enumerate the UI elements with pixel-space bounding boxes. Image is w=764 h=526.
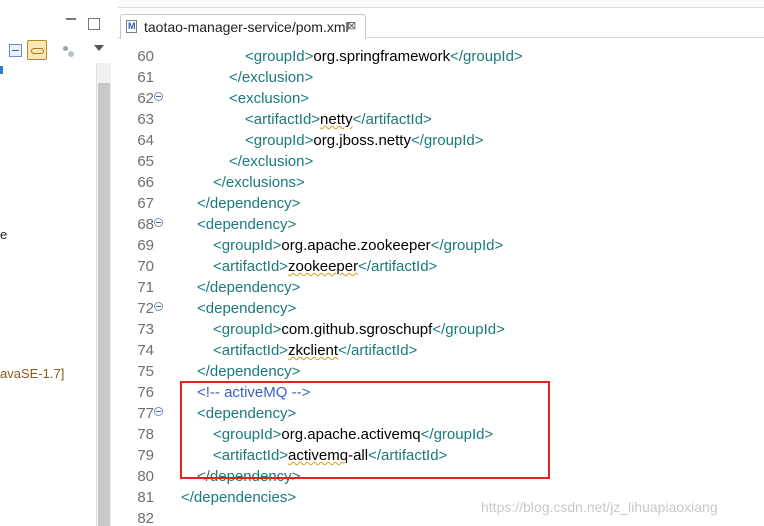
left-panel-header [0, 0, 118, 38]
xml-tag: </artifactId> [352, 111, 432, 128]
code-line[interactable]: <artifactId>zkclient</artifactId> [213, 340, 417, 361]
fold-toggle-icon[interactable] [154, 218, 163, 227]
code-line[interactable]: </dependency> [197, 361, 300, 382]
package-explorer-panel: e avaSE-1.7] [0, 0, 118, 526]
xml-value: org.apache.zookeeper [281, 237, 431, 254]
tree-expand-arrow-icon[interactable] [0, 66, 4, 74]
watermark: https://blog.csdn.net/jz_lihuapiaoxiang [481, 499, 718, 515]
code-line[interactable]: </dependency> [197, 277, 300, 298]
xml-tag: </dependency> [197, 279, 301, 296]
line-number: 60 [137, 48, 154, 65]
xml-value: org.springframework [313, 48, 451, 65]
code-line[interactable]: <dependency> [197, 214, 296, 235]
tab-label: taotao-manager-service/pom.xml [144, 19, 349, 35]
line-number: 68 [137, 216, 154, 233]
line-number: 71 [137, 279, 154, 296]
line-number-gutter: 60 61 62 63 64 65 66 67 68 69 70 71 72 73 74 75 76 77 78 79… [118, 39, 165, 526]
xml-tag: </groupId> [410, 132, 484, 149]
xml-value: com.github.sgroschupf [281, 321, 433, 338]
tab-pom-xml[interactable]: taotao-manager-service/pom.xml ⊠ [120, 14, 366, 39]
xml-tag: </exclusion> [229, 69, 314, 86]
left-panel-scrollbar-thumb[interactable] [98, 83, 110, 526]
line-number: 63 [137, 111, 154, 128]
code-line[interactable]: <exclusion> [229, 88, 309, 109]
partial-line: , [352, 30, 473, 39]
line-number: 78 [137, 426, 154, 443]
xml-tag: <groupId> [213, 237, 282, 254]
code-line[interactable]: <groupId>com.github.sgroschupf</groupId> [213, 319, 505, 340]
line-number: 73 [137, 321, 154, 338]
view-menu-chevron-icon[interactable] [94, 45, 104, 51]
xml-tag: </artifactId> [358, 258, 438, 275]
xml-tag: <groupId> [213, 321, 282, 338]
xml-tag: <artifactId> [213, 258, 289, 275]
xml-tag: </groupId> [450, 48, 523, 65]
line-number: 82 [137, 510, 154, 526]
code-line[interactable]: </dependency> [197, 193, 300, 214]
code-line[interactable]: </exclusions> [213, 172, 305, 193]
code-line[interactable]: </dependencies> [181, 487, 296, 508]
xml-tag: <groupId> [245, 132, 314, 149]
fold-toggle-icon[interactable] [154, 407, 163, 416]
line-number: 77 [137, 405, 154, 422]
fold-toggle-icon[interactable] [154, 302, 163, 311]
tree-item-jre-fragment[interactable]: avaSE-1.7] [0, 366, 64, 382]
minimize-icon[interactable] [66, 18, 76, 20]
line-number: 67 [137, 195, 154, 212]
line-number: 64 [137, 132, 154, 149]
line-number: 74 [137, 342, 154, 359]
left-panel-scrollbar[interactable] [96, 63, 111, 526]
xml-tag: <artifactId> [213, 342, 289, 359]
xml-tag: </dependency> [197, 363, 301, 380]
line-number: 75 [137, 363, 154, 380]
xml-tag: </groupId> [432, 321, 505, 338]
xml-tag: <artifactId> [245, 111, 321, 128]
line-number: 79 [137, 447, 154, 464]
tree-item-fragment[interactable]: e [0, 227, 7, 243]
line-number: 80 [137, 468, 154, 485]
line-number: 62 [137, 90, 154, 107]
code-line[interactable]: </exclusion> [229, 151, 313, 172]
tab-strip [118, 0, 764, 8]
xml-tag: </artifactId> [338, 342, 418, 359]
code-line[interactable]: <artifactId>netty</artifactId> [245, 109, 432, 130]
line-number: 81 [137, 489, 154, 506]
line-number: 72 [137, 300, 154, 317]
code-line[interactable]: <groupId>org.jboss.netty</groupId> [245, 130, 484, 151]
xml-tag: <dependency> [197, 300, 297, 317]
code-line[interactable]: <groupId>org.springframework</groupId> [245, 46, 523, 67]
code-line[interactable]: </exclusion> [229, 67, 313, 88]
fold-toggle-icon[interactable] [154, 92, 163, 101]
highlight-annotation-box [180, 381, 550, 479]
line-number: 65 [137, 153, 154, 170]
line-number: 61 [137, 69, 154, 86]
xml-tag: </dependencies> [181, 489, 297, 506]
xml-tag: </groupId> [430, 237, 504, 254]
code-line[interactable]: <artifactId>zookeeper</artifactId> [213, 256, 437, 277]
xml-tag: <groupId> [245, 48, 314, 65]
filter-icon[interactable] [63, 46, 75, 57]
xml-value: org.jboss.netty [313, 132, 411, 149]
xml-tag: </exclusion> [229, 153, 314, 170]
link-with-editor-icon[interactable] [27, 40, 47, 60]
collapse-all-icon[interactable] [9, 44, 22, 57]
maven-file-icon [126, 20, 137, 33]
maximize-icon[interactable] [88, 18, 100, 30]
line-number: 66 [137, 174, 154, 191]
xml-value: netty [320, 111, 353, 128]
code-line[interactable]: <groupId>org.apache.zookeeper</groupId> [213, 235, 503, 256]
line-number: 70 [137, 258, 154, 275]
xml-tag: </dependency> [197, 195, 301, 212]
line-number: 76 [137, 384, 154, 401]
code-line[interactable]: <dependency> [197, 298, 296, 319]
xml-value: zookeeper [288, 258, 359, 275]
xml-tag: <exclusion> [229, 90, 310, 107]
xml-tag: </exclusions> [213, 174, 305, 191]
line-number: 69 [137, 237, 154, 254]
xml-tag: <dependency> [197, 216, 297, 233]
xml-value: zkclient [288, 342, 339, 359]
